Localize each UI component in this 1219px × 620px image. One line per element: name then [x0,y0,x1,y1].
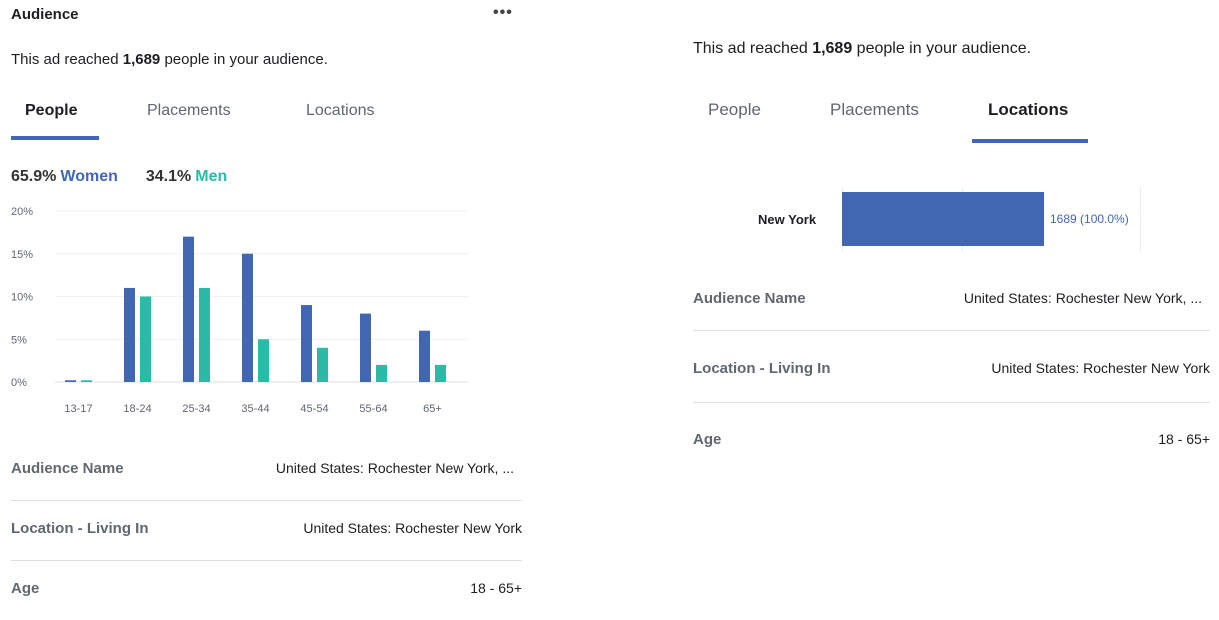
tab-placements[interactable]: Placements [830,100,919,120]
bar-men-25-34[interactable] [199,287,210,382]
bar-men-45-54[interactable] [317,347,328,382]
men-percentage: 34.1% [145,168,192,185]
reach-summary: This ad reached 1,689 people in your aud… [11,51,328,68]
detail-row-audience-name: Audience Name United States: Rochester N… [693,270,1210,331]
tab-locations[interactable]: Locations [988,100,1068,120]
bar-women-25-34[interactable] [183,236,194,382]
audience-panel-people: Audience ••• This ad reached 1,689 peopl… [0,0,540,600]
tab-people[interactable]: People [25,102,77,120]
reach-suffix: people in your audience. [852,40,1032,57]
reach-summary: This ad reached 1,689 people in your aud… [693,40,1031,58]
bar-men-65+[interactable] [435,364,446,382]
audience-panel-locations: This ad reached 1,689 people in your aud… [680,0,1219,600]
x-tick-label: 45-54 [300,403,328,415]
x-tick-label: 35-44 [241,403,269,415]
tab-people[interactable]: People [708,100,761,120]
y-tick-label: 10% [11,292,33,304]
tab-locations[interactable]: Locations [306,102,375,120]
detail-row-location: Location - Living In United States: Roch… [11,500,522,561]
bar-women-35-44[interactable] [242,253,253,382]
tab-placements[interactable]: Placements [147,102,231,120]
detail-value: 18 - 65+ [1158,431,1210,447]
bar-women-18-24[interactable] [124,287,135,382]
y-tick-label: 20% [11,206,33,218]
detail-key: Audience Name [693,290,806,307]
x-tick-label: 55-64 [359,403,387,415]
y-tick-label: 15% [11,249,33,261]
panel-title: Audience [11,6,79,23]
bar-men-55-64[interactable] [376,364,387,382]
location-value: 1689 (100.0%) [1050,212,1129,226]
detail-value: United States: Rochester New York [991,360,1210,376]
reach-prefix: This ad reached [11,51,123,68]
detail-value: United States: Rochester New York, ... [963,290,1202,306]
detail-key: Audience Name [11,460,124,477]
reach-prefix: This ad reached [693,40,813,57]
detail-row-age: Age 18 - 65+ [693,411,1210,471]
location-name: New York [758,212,817,227]
more-options-icon[interactable]: ••• [493,4,513,22]
gender-breakdown: 65.9% Women 34.1% Men [11,168,227,186]
men-label: Men [195,168,228,185]
detail-key: Age [693,431,722,448]
detail-row-audience-name: Audience Name United States: Rochester N… [11,440,522,501]
y-tick-label: 0% [11,377,27,389]
detail-key: Location - Living In [11,520,149,537]
x-tick-label: 65+ [423,403,442,415]
bar-women-55-64[interactable] [360,313,371,382]
detail-value: United States: Rochester New York, ... [275,460,514,476]
bar-women-45-54[interactable] [301,305,312,382]
reach-count: 1,689 [122,51,161,68]
age-gender-bar-chart: 0% 5% 10% 15% 20% 13-17 18-24 25-34 35-44 45-54 55… [11,206,468,415]
reach-count: 1,689 [812,40,853,57]
active-tab-indicator [972,139,1088,143]
detail-row-age: Age 18 - 65+ [11,560,522,620]
x-tick-label: 18-24 [123,403,151,415]
detail-value: United States: Rochester New York [303,520,522,536]
reach-suffix: people in your audience. [160,51,328,68]
women-label: Women [60,168,118,185]
detail-key: Age [11,580,40,597]
detail-key: Location - Living In [693,360,831,377]
active-tab-indicator [11,136,99,140]
bar-men-13-17[interactable] [81,380,92,382]
bar-men-35-44[interactable] [258,339,269,382]
bar-women-13-17[interactable] [65,380,76,382]
location-bar [842,192,1044,246]
x-tick-label: 13-17 [64,403,92,415]
y-tick-label: 5% [11,334,27,346]
bar-women-65+[interactable] [419,330,430,382]
detail-row-location: Location - Living In United States: Roch… [693,340,1210,403]
x-tick-label: 25-34 [182,403,210,415]
grid-line [1140,186,1141,252]
detail-value: 18 - 65+ [470,580,522,596]
women-percentage: 65.9% [11,168,57,185]
bar-men-18-24[interactable] [140,296,151,383]
